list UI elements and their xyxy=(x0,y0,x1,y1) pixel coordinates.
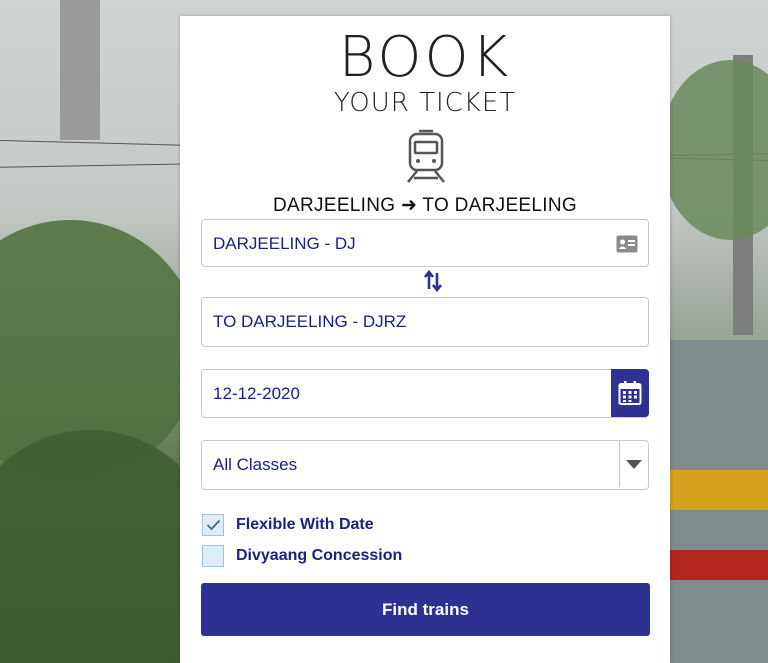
calendar-button[interactable] xyxy=(611,369,649,417)
swap-vertical-icon[interactable] xyxy=(423,269,443,293)
to-station-input[interactable]: TO DARJEELING - DJRZ xyxy=(201,297,649,347)
arrow-right-icon: ➜ xyxy=(400,195,418,216)
flexible-date-option[interactable]: Flexible With Date xyxy=(202,514,374,536)
brand-subtitle: YOUR TICKET xyxy=(333,88,517,118)
class-select[interactable]: All Classes xyxy=(201,440,649,490)
divyaang-concession-checkbox[interactable] xyxy=(202,545,224,567)
route-to: TO DARJEELING xyxy=(422,195,577,216)
booking-card: BOOK YOUR TICKET DARJEELING ➜ TO DARJEEL… xyxy=(180,16,670,663)
class-select-toggle[interactable] xyxy=(619,441,648,487)
find-trains-button[interactable]: Find trains xyxy=(201,583,650,636)
flexible-date-label: Flexible With Date xyxy=(236,516,374,533)
locomotive xyxy=(658,340,768,663)
from-station-input[interactable]: DARJEELING - DJ xyxy=(201,219,649,267)
foliage xyxy=(660,60,768,240)
divyaang-concession-option[interactable]: Divyaang Concession xyxy=(202,545,402,567)
flexible-date-checkbox[interactable] xyxy=(202,514,224,536)
pole xyxy=(60,0,100,140)
calendar-icon xyxy=(618,381,642,405)
id-card-icon xyxy=(616,235,638,253)
from-station-value: DARJEELING - DJ xyxy=(213,234,356,253)
divyaang-concession-label: Divyaang Concession xyxy=(236,547,403,564)
class-select-value: All Classes xyxy=(213,455,298,474)
journey-date-value: 12-12-2020 xyxy=(213,384,300,403)
to-station-value: TO DARJEELING - DJRZ xyxy=(213,312,407,331)
train-icon xyxy=(407,129,445,183)
brand-title: BOOK xyxy=(338,25,512,90)
checkmark-icon xyxy=(206,519,221,531)
caret-down-icon xyxy=(626,460,642,469)
route-summary: DARJEELING ➜ TO DARJEELING xyxy=(180,194,670,217)
route-from: DARJEELING xyxy=(273,195,396,216)
journey-date-input[interactable]: 12-12-2020 xyxy=(201,369,649,418)
